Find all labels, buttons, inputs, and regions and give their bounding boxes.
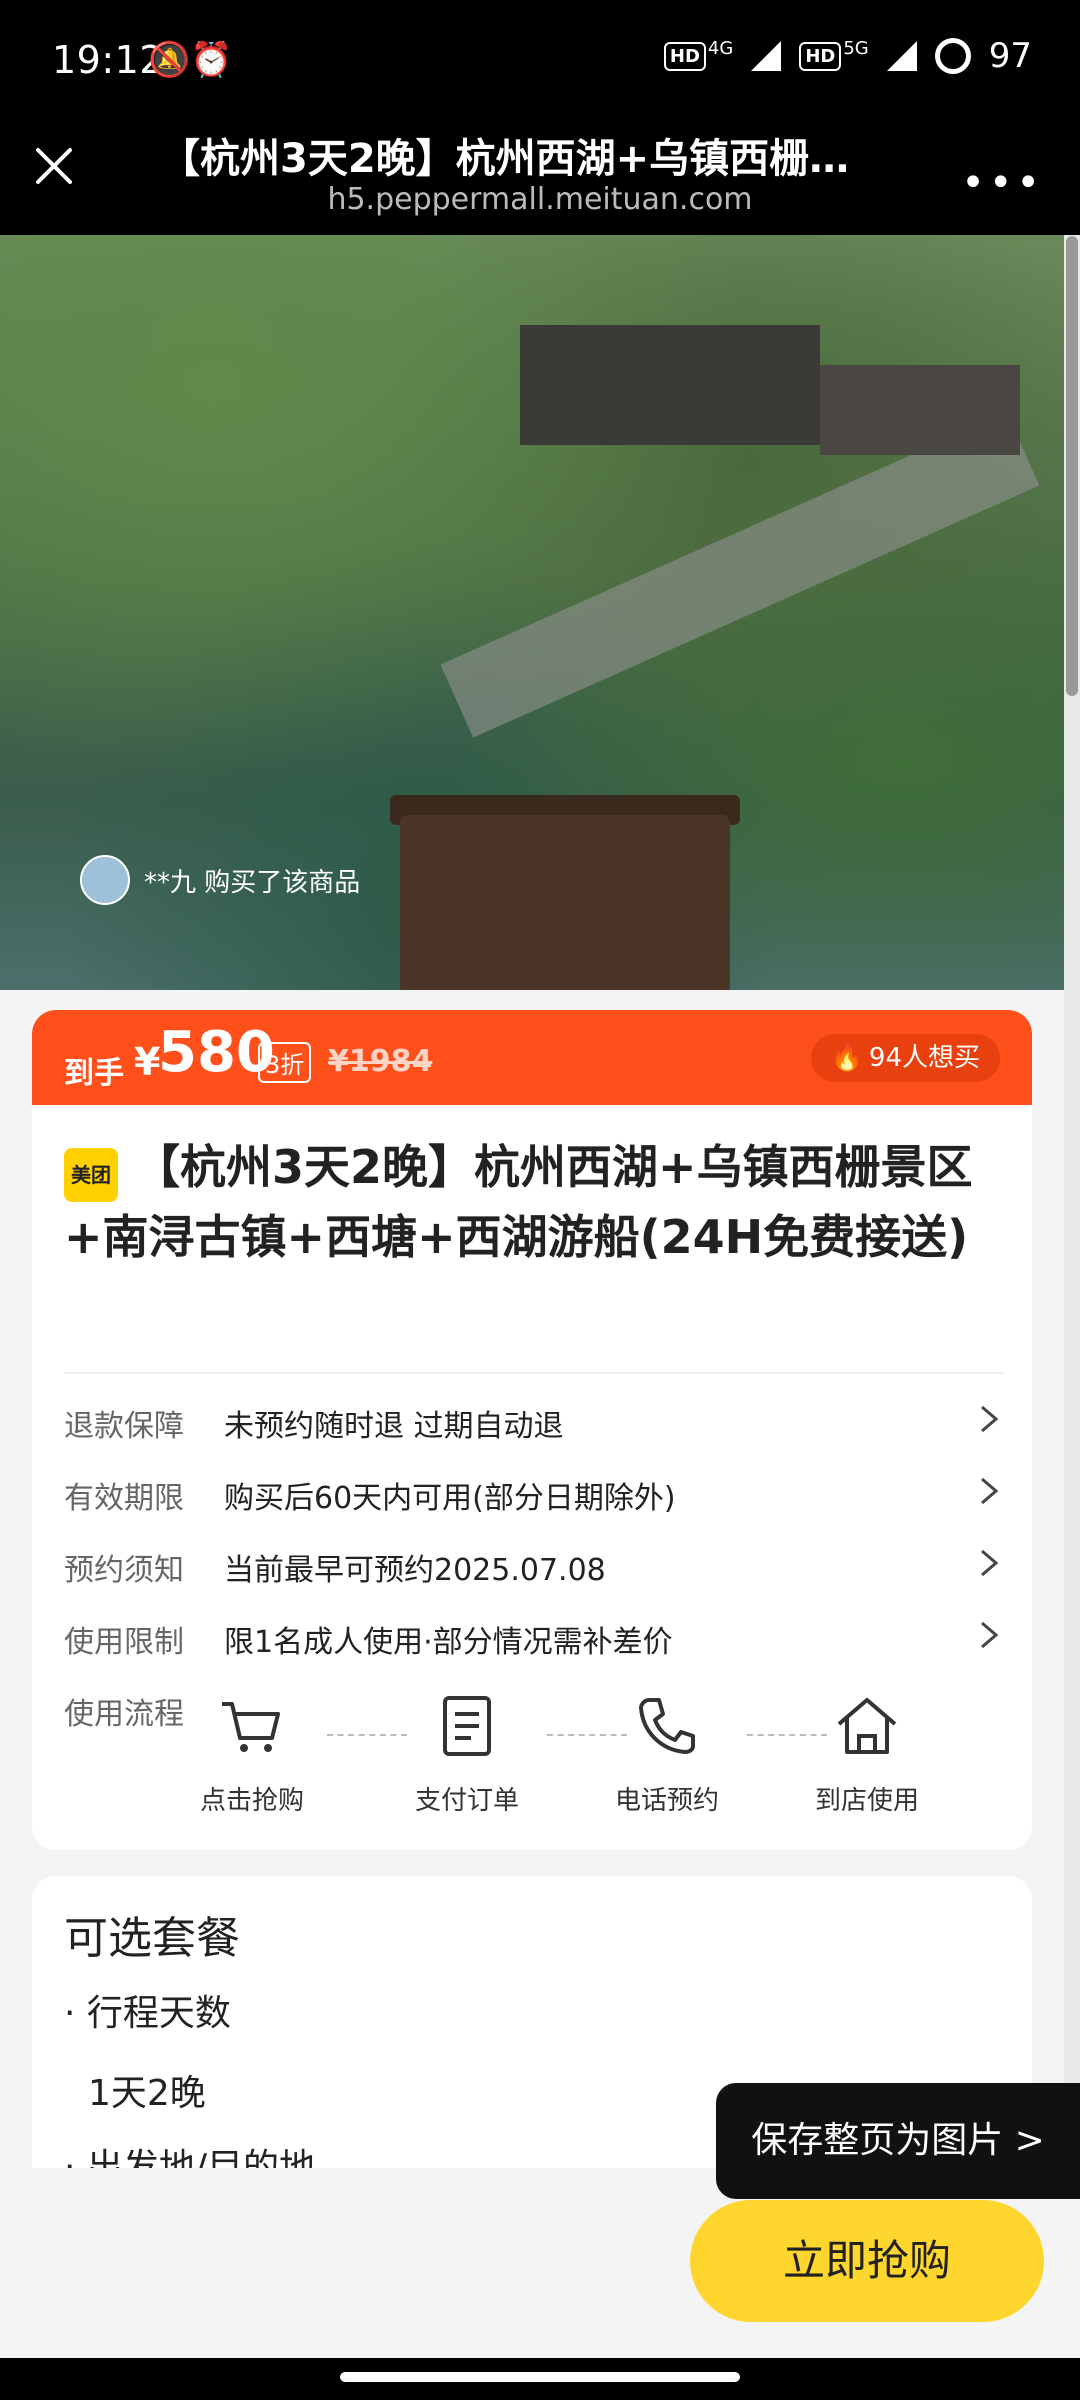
house-shape (520, 325, 820, 445)
boat-shape (400, 815, 730, 990)
step-label: 电话预约 (614, 1786, 719, 1816)
info-row-booking[interactable]: 预约须知 当前最早可预约2025.07.08 (64, 1539, 1004, 1589)
step-visit: 到店使用 (797, 1690, 937, 1817)
chevron-right-icon (981, 1549, 999, 1577)
info-row-limit[interactable]: 使用限制 限1名成人使用·部分情况需补差价 (64, 1611, 1004, 1661)
hd-icon: HD (663, 41, 706, 71)
chevron-right-icon (981, 1477, 999, 1505)
price-currency: ¥ (134, 1040, 161, 1084)
flow-dash (327, 1734, 407, 1736)
house-shape-2 (820, 365, 1020, 455)
step-pay: 支付订单 (397, 1690, 537, 1817)
product-title-text: 【杭州3天2晚】杭州西湖+乌镇西栅景区+南浔古镇+西塘+西湖游船(24H免费接送… (64, 1140, 973, 1264)
status-right: HD 4G HD 5G 97 (663, 36, 1032, 76)
info-key: 预约须知 (64, 1553, 184, 1588)
scrollbar-thumb[interactable] (1066, 236, 1078, 696)
home-gesture-handle[interactable] (340, 2372, 740, 2382)
buy-now-button[interactable]: 立即抢购 (690, 2200, 1044, 2322)
packages-title: 可选套餐 (64, 1913, 240, 1964)
flame-icon: 🔥 (830, 1043, 863, 1073)
page-url: h5.peppermall.meituan.com (327, 182, 753, 217)
hero-image[interactable]: **九 购买了该商品 (0, 235, 1064, 990)
system-nav-bar (0, 2358, 1080, 2400)
signal-icon (751, 41, 782, 71)
mute-alarm-icons: 🔕⏰ (148, 40, 233, 80)
step-label: 点击抢购 (199, 1786, 304, 1816)
network-4g-icon: 4G (707, 37, 734, 59)
hd-icon-2: HD (799, 41, 842, 71)
info-value: 购买后60天内可用(部分日期除外) (224, 1481, 676, 1516)
status-bar: 19:12 🔕⏰ HD 4G HD 5G 97 (0, 0, 1080, 120)
buyer-ticker: **九 购买了该商品 (80, 855, 360, 905)
browser-title-bar: 【杭州3天2晚】杭州西湖+乌镇西栅… h5.peppermall.meituan… (0, 120, 1080, 235)
product-card: 到手 ¥ 580 3折 ¥1984 🔥 94人想买 美团 【杭州3天2晚】杭州西… (32, 1010, 1032, 1850)
document-icon (443, 1696, 491, 1756)
battery-level: 97 (988, 36, 1032, 76)
info-value: 当前最早可预约2025.07.08 (224, 1553, 606, 1588)
signal-icon-2 (886, 41, 917, 71)
cart-icon (222, 1702, 280, 1752)
info-value: 未预约随时退 过期自动退 (224, 1409, 564, 1444)
info-row-validity[interactable]: 有效期限 购买后60天内可用(部分日期除外) (64, 1467, 1004, 1517)
phone-icon (639, 1698, 695, 1754)
step-label: 支付订单 (414, 1786, 519, 1816)
original-price: ¥1984 (328, 1044, 433, 1079)
save-page-image-button[interactable]: 保存整页为图片 > (716, 2083, 1080, 2199)
bridge-shape (440, 412, 1040, 738)
page-title: 【杭州3天2晚】杭州西湖+乌镇西栅… (160, 136, 850, 182)
price-label: 到手 (64, 1056, 124, 1091)
chevron-right-icon (981, 1621, 999, 1649)
flow-label: 使用流程 (64, 1697, 184, 1732)
info-row-refund[interactable]: 退款保障 未预约随时退 过期自动退 (64, 1395, 1004, 1445)
step-buy: 点击抢购 (182, 1690, 322, 1817)
info-key: 使用限制 (64, 1625, 184, 1660)
want-count-badge: 🔥 94人想买 (810, 1034, 1000, 1082)
product-title: 【杭州3天2晚】杭州西湖+乌镇西栅景区+南浔古镇+西塘+西湖游船(24H免费接送… (64, 1132, 1009, 1272)
info-key: 退款保障 (64, 1409, 184, 1444)
discount-badge: 3折 (258, 1042, 312, 1083)
more-menu-icon[interactable]: ••• (961, 160, 1044, 206)
battery-icon (934, 38, 971, 74)
price-bar: 到手 ¥ 580 3折 ¥1984 🔥 94人想买 (32, 1010, 1032, 1105)
package-option-days: · 行程天数 (64, 1993, 231, 2034)
buyer-avatar (80, 855, 130, 905)
divider (64, 1372, 1004, 1374)
network-5g-icon: 5G (843, 37, 869, 59)
usage-flow: 点击抢购 支付订单 电话预约 到店使用 (182, 1690, 1002, 1830)
home-icon (837, 1698, 897, 1754)
step-label: 到店使用 (814, 1786, 919, 1816)
buyer-text: **九 购买了该商品 (144, 867, 361, 898)
package-value-days[interactable]: 1天2晚 (88, 2064, 206, 2116)
info-key: 有效期限 (64, 1481, 184, 1516)
info-value: 限1名成人使用·部分情况需补差价 (224, 1625, 673, 1660)
want-count: 94人想买 (868, 1043, 980, 1073)
step-call: 电话预约 (597, 1690, 737, 1817)
chevron-right-icon (981, 1405, 999, 1433)
